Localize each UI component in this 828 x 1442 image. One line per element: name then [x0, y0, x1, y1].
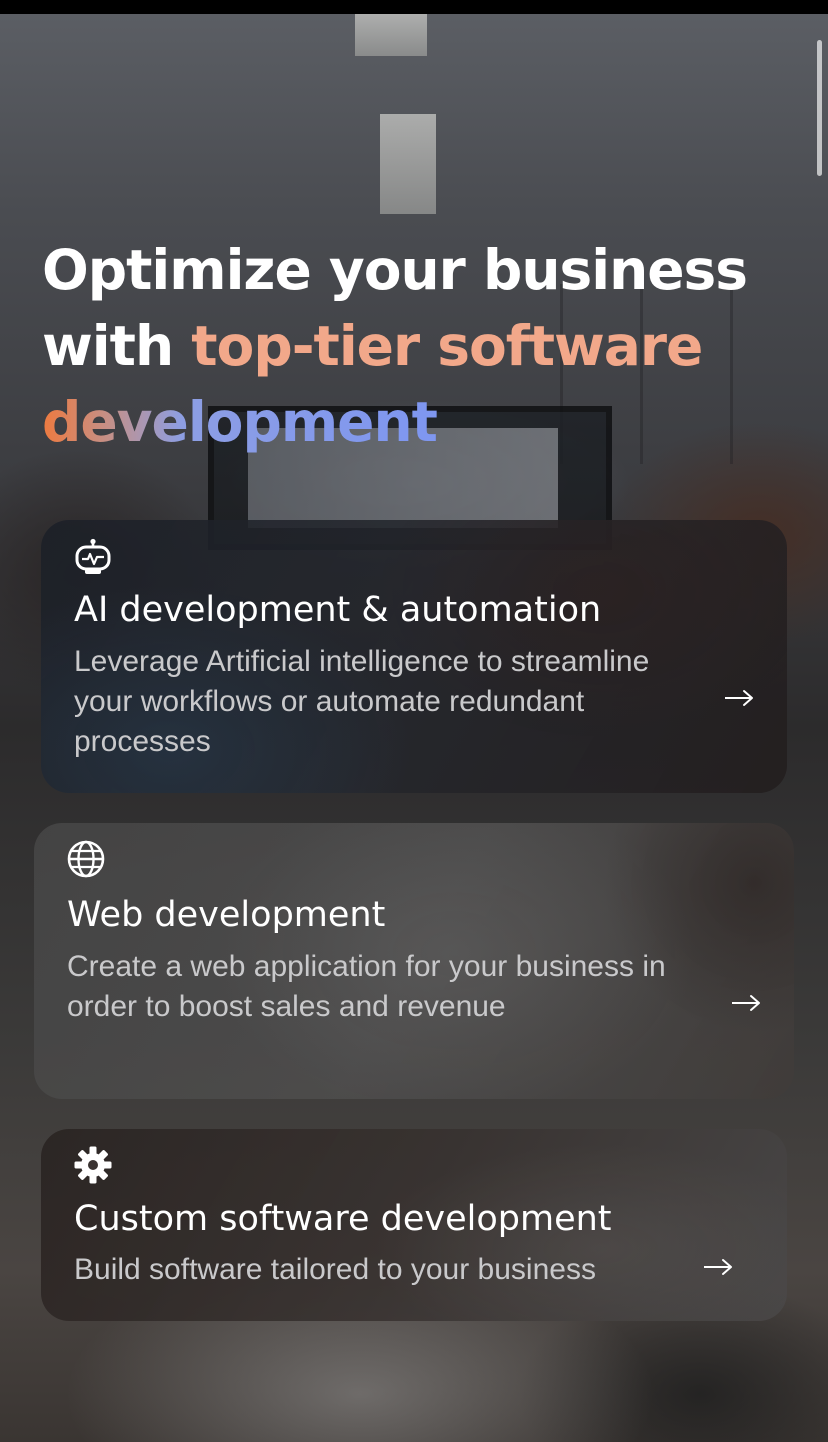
- scrollbar[interactable]: [817, 40, 822, 176]
- arrow-right-icon[interactable]: [702, 1257, 734, 1277]
- hero-title-prefix: with: [42, 314, 192, 378]
- arrow-right-icon[interactable]: [730, 993, 762, 1013]
- service-description: Create a web application for your busine…: [67, 950, 666, 1023]
- service-description: Leverage Artificial intelligence to stre…: [74, 645, 650, 758]
- hero-title-highlight: top-tier software: [191, 314, 703, 378]
- gear-icon: [73, 1145, 113, 1185]
- arrow-right-icon[interactable]: [723, 688, 755, 708]
- robot-icon: [73, 538, 113, 578]
- service-title: AI development & automation: [74, 590, 602, 630]
- globe-icon: [66, 839, 106, 879]
- service-card-web[interactable]: Web development Create a web application…: [34, 823, 794, 1099]
- page: Optimize your business with top-tier soft…: [0, 0, 828, 1442]
- service-description: Build software tailored to your business: [74, 1253, 596, 1286]
- hero-title-gradient: development: [42, 390, 438, 454]
- hero-title: Optimize your business with top-tier soft…: [42, 232, 802, 460]
- ceiling-light: [380, 114, 436, 214]
- service-card-custom-software[interactable]: Custom software development Build softwa…: [41, 1129, 787, 1321]
- hero-title-line1: Optimize your business: [42, 238, 748, 302]
- service-title: Custom software development: [74, 1199, 612, 1239]
- service-card-ai[interactable]: AI development & automation Leverage Art…: [41, 520, 787, 793]
- ceiling-light: [355, 14, 427, 56]
- status-bar: [0, 0, 828, 14]
- service-title: Web development: [67, 895, 386, 935]
